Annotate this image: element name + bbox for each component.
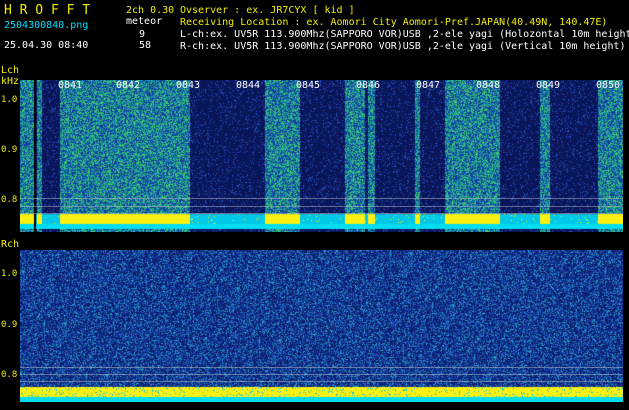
time-label: 0847 — [416, 80, 441, 91]
rch-tick: 1.0 — [1, 269, 18, 279]
rch-spectrogram-canvas — [20, 250, 623, 402]
lch-spectrogram — [20, 80, 623, 232]
rch-spectrogram — [20, 250, 623, 402]
lch-tick: 0.8 — [1, 195, 18, 205]
lch-unit-label: kHz — [1, 76, 20, 87]
lch-reference-line — [20, 213, 623, 214]
rch-channel-label: Rch — [1, 239, 20, 250]
rch-reference-line — [20, 374, 623, 375]
rch-tick: 0.9 — [1, 320, 18, 330]
filename-label: 2504300840.png — [4, 20, 89, 31]
location-line: Receiving Location : ex. Aomori City Aom… — [180, 17, 608, 28]
lch-spectrogram-canvas — [20, 80, 623, 232]
meteor-count-l: 9 — [139, 29, 146, 40]
time-label: 0841 — [58, 80, 83, 91]
timestamp-label: 25.04.30 08:40 — [4, 40, 89, 51]
time-label: 0844 — [236, 80, 261, 91]
lch-info-line: L-ch:ex. UV5R 113.900Mhz(SAPPORO VOR)USB… — [180, 29, 629, 40]
meteor-label: meteor — [126, 16, 163, 27]
lch-channel-label: Lch — [1, 65, 20, 76]
rch-reference-line — [20, 381, 623, 382]
time-label: 0845 — [296, 80, 321, 91]
time-label: 0848 — [476, 80, 501, 91]
time-label: 0846 — [356, 80, 381, 91]
rch-tick: 0.8 — [1, 370, 18, 380]
mode-label: 2ch 0.30 — [126, 5, 175, 16]
lch-tick: 1.0 — [1, 95, 18, 105]
time-label: 0849 — [536, 80, 561, 91]
observer-line: Ovserver : ex. JR7CYX [ kid ] — [180, 5, 355, 16]
app-brand: H R O F F T — [4, 3, 91, 18]
meteor-count-r: 58 — [139, 40, 152, 51]
rch-reference-line — [20, 367, 623, 368]
time-label: 0850 — [596, 80, 621, 91]
lch-reference-line — [20, 198, 623, 199]
lch-reference-line — [20, 206, 623, 207]
lch-tick: 0.9 — [1, 145, 18, 155]
time-label: 0842 — [116, 80, 141, 91]
rch-info-line: R-ch:ex. UV5R 113.900Mhz(SAPPORO VOR)USB… — [180, 41, 626, 52]
time-label: 0843 — [176, 80, 201, 91]
